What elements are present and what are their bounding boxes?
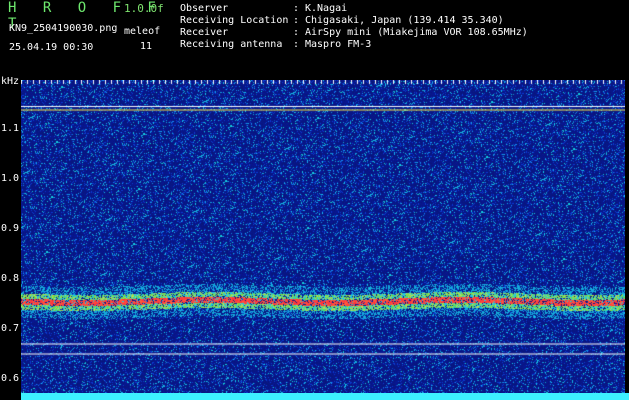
version-label: 1.0.0f (124, 2, 164, 15)
info-label: Receiving antenna (180, 39, 283, 50)
info-label: Observer (180, 3, 229, 14)
info-label: Receiver (180, 27, 229, 38)
info-separator: : (293, 39, 300, 50)
info-row-observer: Observer: K.Nagai (180, 3, 528, 15)
y-unit-label: kHz (1, 76, 20, 87)
spectrogram[interactable] (21, 80, 625, 400)
meleo-value: 11 (140, 41, 153, 52)
header-left: H R O F F T 1.0.0f KN9_2504190030.png me… (0, 0, 170, 70)
station-info: Observer: K.Nagai Receiving Location: Chig… (180, 3, 528, 51)
filename-label: KN9_2504190030.png (9, 23, 118, 34)
info-label: Receiving Location (180, 15, 289, 26)
bottom-bar (21, 393, 629, 400)
info-value: AirSpy mini (Miakejima VOR 108.65MHz) (305, 27, 528, 38)
y-tick-label: 0.9 (1, 223, 20, 234)
y-tick-label: 1.1 (1, 123, 20, 134)
datetime-label: 25.04.19 00:30 (9, 42, 94, 53)
y-tick-label: 0.8 (1, 273, 20, 284)
y-tick-label: 1.0 (1, 173, 20, 184)
info-value: Chigasaki, Japan (139.414 35.340) (305, 15, 504, 26)
info-separator: : (293, 15, 300, 26)
info-separator: : (293, 3, 300, 14)
info-value: Maspro FM-3 (305, 39, 372, 50)
info-row-antenna: Receiving antenna: Maspro FM-3 (180, 39, 528, 51)
info-separator: : (293, 27, 300, 38)
y-tick-label: 0.7 (1, 323, 20, 334)
meleo-label: meleof (124, 26, 161, 37)
y-tick-label: 0.6 (1, 373, 20, 384)
info-value: K.Nagai (305, 3, 348, 14)
info-row-location: Receiving Location: Chigasaki, Japan (139… (180, 15, 528, 27)
info-row-receiver: Receiver: AirSpy mini (Miakejima VOR 108.… (180, 27, 528, 39)
